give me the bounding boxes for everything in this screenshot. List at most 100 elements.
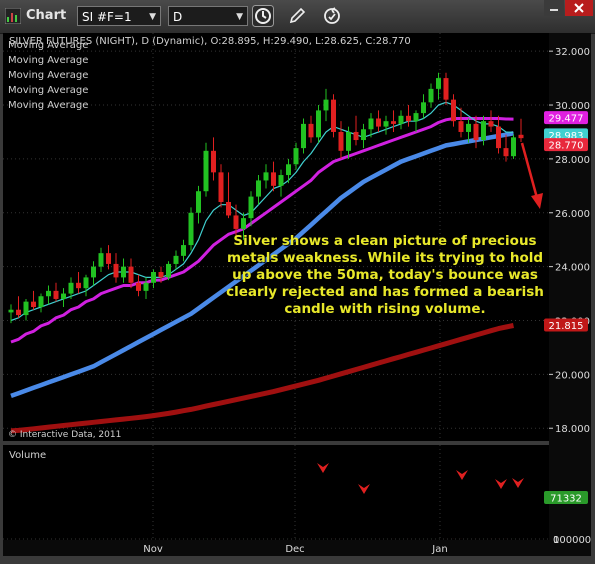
time-tick-label: Jan [431, 544, 447, 555]
time-axis [3, 540, 549, 556]
volume-pane [3, 445, 549, 540]
legend-item: Moving Average [8, 100, 89, 111]
refresh-icon[interactable] [321, 5, 343, 27]
candle-body [218, 172, 224, 202]
candle-body [203, 150, 209, 192]
candle-body [316, 110, 321, 138]
candle-body [271, 172, 276, 186]
legend-item: Moving Average [8, 40, 89, 51]
volume-badge-label: 71332 [550, 494, 582, 505]
window-title: Chart [26, 8, 67, 23]
price-tick-label: 24.000 [555, 263, 590, 274]
candle-body [113, 263, 119, 278]
price-tick-label: 28.000 [555, 155, 590, 166]
candle-body [98, 253, 104, 267]
candle-body [443, 78, 449, 100]
candle-body [53, 290, 59, 299]
candle-body [83, 277, 89, 289]
price-tick-label: 32.000 [555, 47, 590, 58]
price-tick-label: 18.000 [555, 424, 590, 435]
pencil-icon[interactable] [286, 5, 308, 27]
candle-body [121, 266, 126, 278]
candle-body [166, 263, 171, 278]
chart-window: Chart SI #F=1 ▼ D ▼ 32.000 30.000 28.000… [0, 0, 595, 564]
candle-body [458, 121, 464, 132]
candle-body [511, 137, 516, 157]
price-badge-label: 21.815 [549, 321, 584, 332]
symbol-value: SI #F=1 [82, 10, 132, 24]
candle-body [496, 126, 501, 149]
candle-body [61, 293, 66, 299]
candle-body [293, 148, 299, 165]
candle-body [503, 148, 509, 157]
candle-body [196, 191, 201, 213]
time-tick-label: Nov [143, 544, 163, 555]
chevron-down-icon: ▼ [149, 12, 156, 22]
candle-body [398, 115, 404, 124]
candle-body [338, 131, 344, 151]
title-bar: Chart SI #F=1 ▼ D ▼ [0, 0, 595, 34]
period-value: D [173, 10, 183, 24]
candle-body [106, 253, 111, 264]
candle-body [181, 245, 186, 256]
candle-body [8, 309, 14, 313]
ma-legend: Moving Average Moving Average Moving Ave… [8, 38, 88, 113]
candle-body [233, 215, 239, 229]
candle-body [188, 212, 194, 246]
price-badge-label: 29.477 [549, 114, 584, 125]
candle-body [278, 175, 284, 186]
minimize-icon[interactable] [544, 0, 564, 16]
chart-app-icon [5, 8, 21, 24]
candle-body [331, 99, 336, 132]
candle-body [361, 129, 366, 141]
candle-body [23, 301, 29, 316]
candle-body [413, 113, 419, 122]
legend-item: Moving Average [8, 70, 89, 81]
candle-body [451, 99, 456, 122]
candle-body [16, 309, 21, 316]
candle-body [518, 134, 524, 139]
candle-body [128, 266, 134, 283]
candle-body [91, 266, 96, 278]
candle-body [406, 115, 411, 122]
candle-body [31, 301, 36, 308]
candle-body [38, 296, 44, 308]
legend-item: Moving Average [8, 55, 89, 66]
candle-body [263, 172, 269, 181]
candle-body [76, 282, 81, 289]
candle-body [346, 131, 351, 151]
candle-body [248, 196, 254, 219]
candle-body [136, 282, 141, 291]
candle-body [481, 121, 486, 141]
candle-body [383, 121, 389, 127]
candle-body [158, 272, 164, 278]
candle-body [286, 164, 291, 176]
period-select[interactable]: D ▼ [168, 6, 248, 26]
price-badge-label: 28.770 [549, 141, 584, 152]
legend-item: Moving Average [8, 85, 89, 96]
chart-annotation: Silver shows a clean picture of precious… [226, 233, 544, 317]
candle-body [323, 99, 329, 111]
chevron-down-icon: ▼ [236, 12, 243, 22]
candle-body [353, 131, 359, 141]
symbol-select[interactable]: SI #F=1 ▼ [77, 6, 161, 26]
candle-body [46, 290, 51, 297]
candle-body [488, 121, 494, 127]
candle-body [308, 123, 314, 138]
candle-body [421, 102, 426, 114]
candle-body [151, 272, 156, 283]
candle-body [436, 78, 441, 89]
candle-body [241, 218, 246, 229]
candle-body [173, 255, 179, 264]
copyright-text: © Interactive Data, 2011 [8, 430, 121, 440]
price-tick-label: 30.000 [555, 101, 590, 112]
candle-body [211, 150, 216, 173]
price-tick-label: 26.000 [555, 209, 590, 220]
volume-tick-label: 0 [553, 535, 559, 546]
close-icon[interactable] [565, 0, 593, 16]
clock-icon[interactable] [252, 5, 274, 27]
candle-body [226, 201, 231, 216]
candle-body [466, 123, 471, 132]
candle-body [376, 118, 381, 127]
candle-body [68, 282, 74, 294]
